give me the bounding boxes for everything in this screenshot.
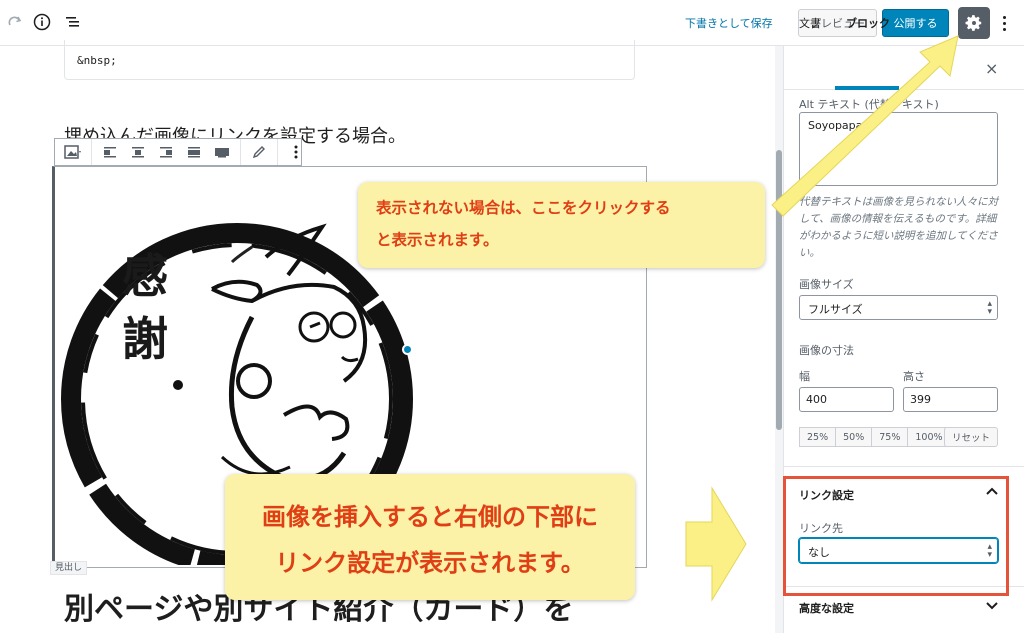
annotation-callout-top: 表示されない場合は、ここをクリックする と表示されます。: [358, 182, 765, 268]
callout-top-line1: 表示されない場合は、ここをクリックする: [376, 199, 671, 217]
pointer-arrow-to-settings: [771, 35, 959, 217]
big-right-arrow: [685, 486, 747, 602]
callout-top-line2: と表示されます。: [376, 231, 499, 249]
annotation-callout-bottom: 画像を挿入すると右側の下部に リンク設定が表示されます。: [225, 474, 635, 600]
callout-bottom-line1: 画像を挿入すると右側の下部に: [262, 503, 598, 531]
callout-bottom-line2: リンク設定が表示されます。: [275, 549, 585, 577]
